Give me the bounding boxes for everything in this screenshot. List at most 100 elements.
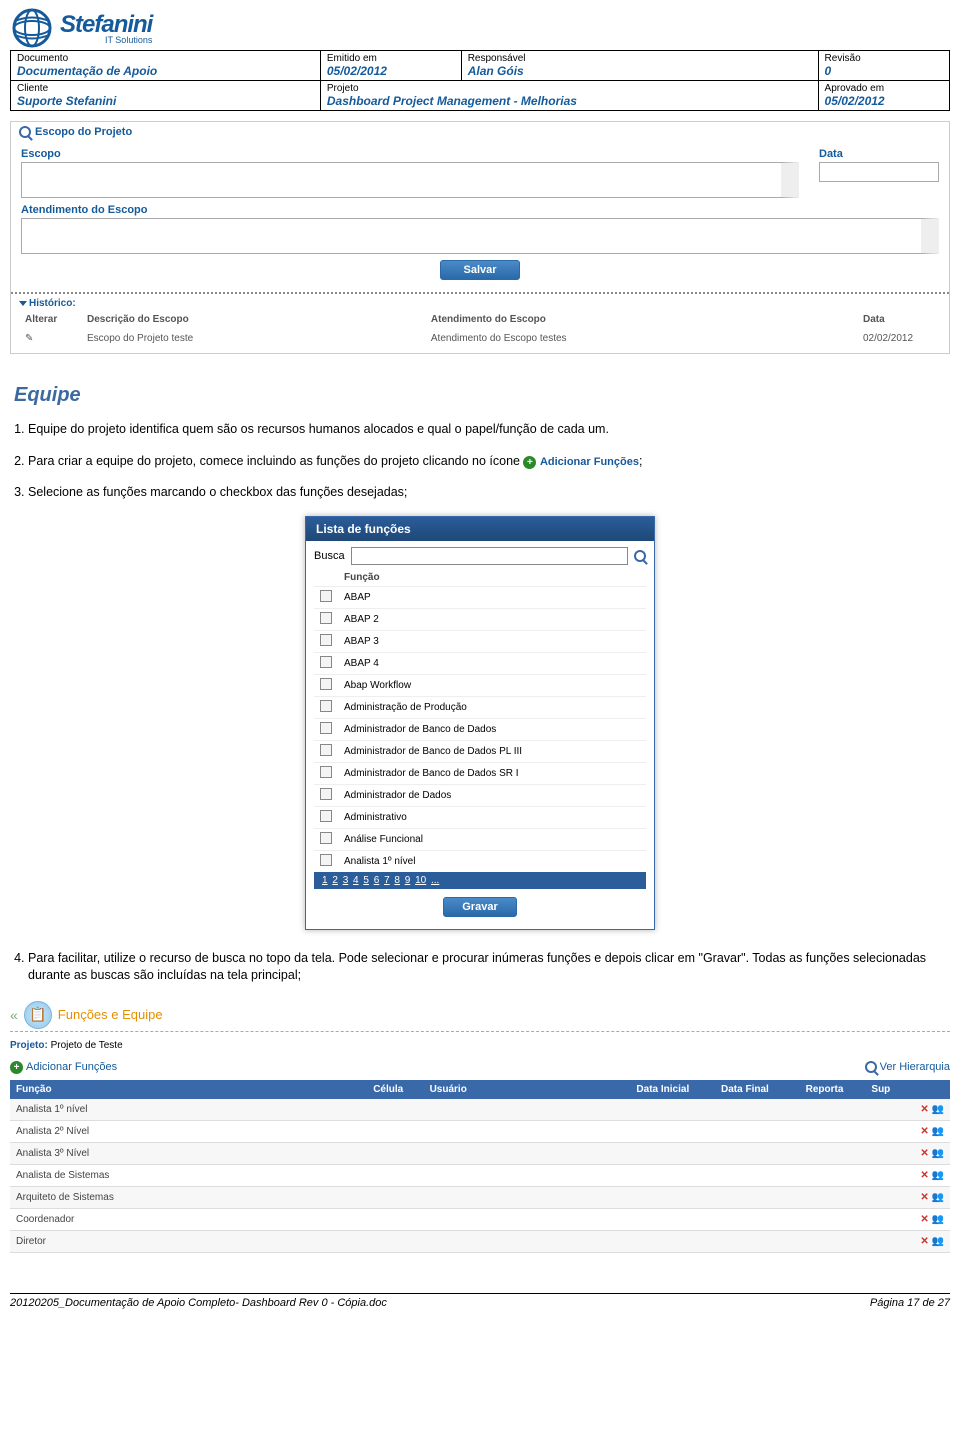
delete-icon[interactable]: ✕ (920, 1236, 928, 1247)
hdr-projeto-value: Dashboard Project Management - Melhorias (327, 94, 812, 108)
search-icon[interactable] (634, 550, 646, 562)
historico-label: Histórico: (29, 298, 76, 309)
atend-textarea[interactable] (21, 218, 939, 254)
func-checkbox[interactable] (320, 678, 332, 690)
func-name: Administrador de Banco de Dados (338, 718, 646, 740)
func-name: Administrador de Banco de Dados SR I (338, 762, 646, 784)
pager-page[interactable]: 10 (415, 875, 426, 886)
th-funcao: Função (338, 569, 646, 587)
fe-funcao: Coordenador (10, 1208, 367, 1230)
lista-funcoes-modal: Lista de funções Busca Função ABAPABAP 2… (305, 516, 655, 930)
func-checkbox[interactable] (320, 612, 332, 624)
escopo-data-label: Data (819, 148, 939, 160)
busca-input[interactable] (351, 547, 628, 565)
fe-funcao: Diretor (10, 1230, 367, 1252)
pager-page[interactable]: 3 (343, 875, 349, 886)
th-reporta: Reporta (800, 1080, 866, 1099)
pager-page[interactable]: 9 (405, 875, 411, 886)
func-checkbox[interactable] (320, 656, 332, 668)
gravar-button[interactable]: Gravar (443, 897, 516, 917)
footer-page-number: Página 17 de 27 (870, 1297, 950, 1309)
func-name: Administrador de Dados (338, 784, 646, 806)
fe-funcao: Analista 3º Nível (10, 1142, 367, 1164)
func-name: ABAP 2 (338, 608, 646, 630)
footer-filename: 20120205_Documentação de Apoio Completo-… (10, 1297, 387, 1309)
people-icon[interactable]: 👥 (932, 1192, 944, 1203)
pager-page[interactable]: ... (431, 875, 439, 886)
historico-table: Alterar Descrição do Escopo Atendimento … (19, 309, 941, 349)
clipboard-icon: 📋 (24, 1001, 52, 1029)
func-checkbox[interactable] (320, 766, 332, 778)
add-funcoes-icon-text: Adicionar Funções (540, 456, 639, 468)
delete-icon[interactable]: ✕ (920, 1170, 928, 1181)
hdr-doc-label: Documento (17, 53, 314, 64)
func-checkbox[interactable] (320, 744, 332, 756)
th-alterar: Alterar (21, 311, 81, 328)
escopo-panel: Escopo do Projeto Escopo Data Atendiment… (10, 121, 950, 354)
people-icon[interactable]: 👥 (932, 1236, 944, 1247)
search-icon (19, 126, 31, 138)
people-icon[interactable]: 👥 (932, 1148, 944, 1159)
pager-page[interactable]: 8 (394, 875, 400, 886)
people-icon[interactable]: 👥 (932, 1170, 944, 1181)
delete-icon[interactable]: ✕ (920, 1214, 928, 1225)
pager[interactable]: 1 2 3 4 5 6 7 8 9 10 ... (314, 872, 646, 889)
collapse-icon[interactable]: « (10, 1007, 18, 1023)
delete-icon[interactable]: ✕ (920, 1148, 928, 1159)
func-name: Administrativo (338, 806, 646, 828)
th-funcao: Função (10, 1080, 367, 1099)
pager-page[interactable]: 7 (384, 875, 390, 886)
plus-icon: + (10, 1061, 23, 1074)
atend-label: Atendimento do Escopo (21, 204, 939, 216)
fe-funcao: Arquiteto de Sistemas (10, 1186, 367, 1208)
ver-hierarquia-link[interactable]: Ver Hierarquia (865, 1061, 950, 1074)
instruction-list: Equipe do projeto identifica quem são os… (28, 421, 946, 502)
hdr-emitido-label: Emitido em (327, 53, 455, 64)
instruction-list-cont: Para facilitar, utilize o recurso de bus… (28, 950, 946, 985)
func-checkbox[interactable] (320, 722, 332, 734)
list-item: Para facilitar, utilize o recurso de bus… (28, 950, 946, 985)
list-item: Equipe do projeto identifica quem são os… (28, 421, 946, 439)
escopo-textarea[interactable] (21, 162, 799, 198)
people-icon[interactable]: 👥 (932, 1214, 944, 1225)
pager-page[interactable]: 1 (322, 875, 328, 886)
section-heading-equipe: Equipe (14, 384, 946, 407)
expand-icon[interactable] (19, 301, 27, 306)
hdr-emitido-value: 05/02/2012 (327, 64, 455, 78)
func-checkbox[interactable] (320, 854, 332, 866)
delete-icon[interactable]: ✕ (920, 1192, 928, 1203)
search-icon (865, 1061, 877, 1073)
pager-page[interactable]: 5 (363, 875, 369, 886)
add-funcoes-link[interactable]: +Adicionar Funções (10, 1061, 117, 1074)
th-atend: Atendimento do Escopo (427, 311, 857, 328)
func-checkbox[interactable] (320, 788, 332, 800)
people-icon[interactable]: 👥 (932, 1126, 944, 1137)
th-data: Data (859, 311, 939, 328)
func-name: Administrador de Banco de Dados PL III (338, 740, 646, 762)
th-usuario: Usuário (424, 1080, 631, 1099)
people-icon[interactable]: 👥 (932, 1104, 944, 1115)
func-checkbox[interactable] (320, 810, 332, 822)
th-data-inicial: Data Inicial (630, 1080, 715, 1099)
func-checkbox[interactable] (320, 832, 332, 844)
fe-funcao: Analista 2º Nível (10, 1120, 367, 1142)
hdr-aprov-value: 05/02/2012 (825, 94, 943, 108)
salvar-button[interactable]: Salvar (440, 260, 519, 280)
edit-icon[interactable]: ✎ (21, 330, 81, 347)
funcoes-table: Função ABAPABAP 2ABAP 3ABAP 4Abap Workfl… (314, 569, 646, 872)
fe-title: Funções e Equipe (58, 1007, 163, 1022)
pager-page[interactable]: 2 (332, 875, 338, 886)
pager-page[interactable]: 4 (353, 875, 359, 886)
func-checkbox[interactable] (320, 700, 332, 712)
globe-icon (10, 6, 54, 50)
func-checkbox[interactable] (320, 634, 332, 646)
escopo-date-input[interactable] (819, 162, 939, 182)
func-name: Analista 1º nível (338, 850, 646, 872)
delete-icon[interactable]: ✕ (920, 1104, 928, 1115)
funcoes-equipe-panel: « 📋 Funções e Equipe Projeto: Projeto de… (10, 999, 950, 1253)
delete-icon[interactable]: ✕ (920, 1126, 928, 1137)
hdr-cliente-value: Suporte Stefanini (17, 94, 314, 108)
busca-label: Busca (314, 550, 345, 562)
pager-page[interactable]: 6 (374, 875, 380, 886)
func-checkbox[interactable] (320, 590, 332, 602)
